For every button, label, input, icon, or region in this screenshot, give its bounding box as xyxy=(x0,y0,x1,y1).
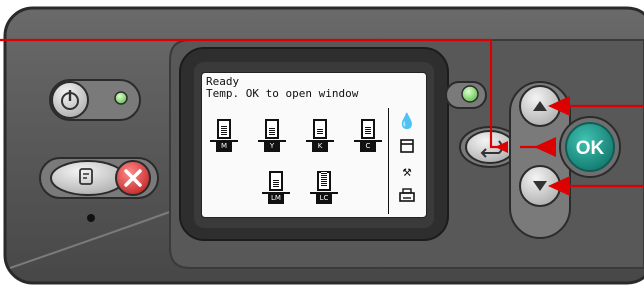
ink-label: M xyxy=(216,141,232,152)
ink-label: K xyxy=(312,141,328,152)
ink-level-bar xyxy=(321,171,327,187)
ink-label: C xyxy=(360,141,376,152)
ink-label: LC xyxy=(316,193,332,204)
ink-cartridge-m: M xyxy=(210,119,238,153)
status-dot xyxy=(87,214,95,222)
ink-level-bar xyxy=(317,129,323,135)
printer-menu-icon[interactable] xyxy=(392,185,422,207)
power-led xyxy=(114,91,128,105)
paper-menu-icon[interactable] xyxy=(392,135,422,157)
status-message: Temp. OK to open window xyxy=(206,87,359,100)
ink-cartridge-k: K xyxy=(306,119,334,153)
ink-level-bar xyxy=(365,127,371,135)
ink-cartridge-lc: LC xyxy=(310,171,338,205)
ink-level-bar xyxy=(269,127,275,135)
status-led xyxy=(461,85,479,103)
printer-front-panel: OK Ready Temp. OK to open window M Y K C… xyxy=(0,0,644,286)
form-feed-button[interactable] xyxy=(50,160,126,196)
ink-label: Y xyxy=(264,141,280,152)
ink-menu-icon[interactable]: 💧 xyxy=(392,110,422,132)
ink-level-bar xyxy=(221,126,227,135)
setup-menu-icon[interactable]: ⚒ xyxy=(392,160,422,182)
ink-cartridge-c: C xyxy=(354,119,382,153)
ok-label: OK xyxy=(576,138,605,159)
ink-level-bar xyxy=(273,179,279,187)
menu-divider xyxy=(388,108,389,214)
ink-cartridge-y: Y xyxy=(258,119,286,153)
ink-cartridge-lm: LM xyxy=(262,171,290,205)
ink-label: LM xyxy=(268,193,284,204)
lcd-screen: Ready Temp. OK to open window M Y K C LM… xyxy=(201,72,427,218)
